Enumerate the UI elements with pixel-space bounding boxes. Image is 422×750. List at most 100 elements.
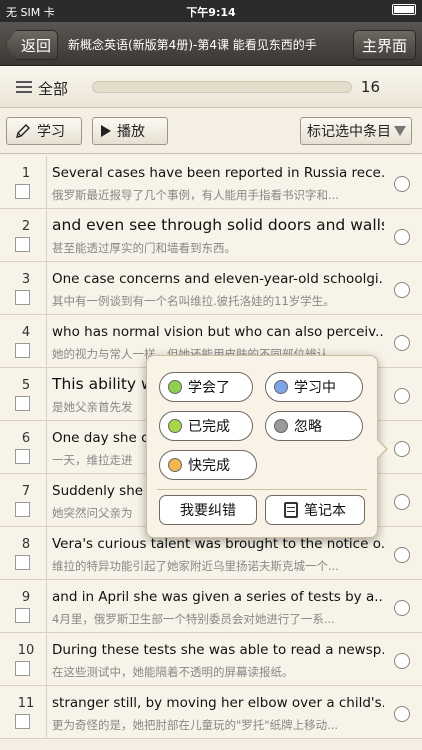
english-sentence: During these tests she was able to read … [52,642,384,658]
table-row[interactable]: 11 stranger still, by moving her elbow o… [0,686,422,739]
row-number: 1 [21,166,31,181]
row-number: 10 [17,643,35,658]
table-row[interactable]: 9 and in April she was given a series of… [0,580,422,633]
row-radio[interactable] [394,229,410,245]
almost-done-button[interactable]: 快完成 [159,450,257,480]
row-checkbox[interactable] [15,661,30,676]
row-radio[interactable] [394,335,410,351]
toolbar: 学习 播放 标记选中条目 [0,108,422,154]
main-screen-button[interactable]: 主界面 [352,30,416,60]
row-radio[interactable] [394,282,410,298]
english-sentence: who has normal vision but who can also p… [52,324,384,340]
completed-button[interactable]: 已完成 [159,411,253,441]
blue-dot-icon [274,380,288,394]
learning-label: 学习中 [294,380,336,396]
status-bar: 无 SIM 卡 下午9:14 [0,0,422,22]
row-number: 9 [21,590,31,605]
completed-label: 已完成 [188,419,230,435]
row-number: 7 [21,484,31,499]
table-row[interactable]: 10 During these tests she was able to re… [0,633,422,686]
row-radio[interactable] [394,706,410,722]
divider [46,686,47,738]
mark-label: 标记选中条目 [307,124,391,140]
table-row[interactable]: 1 Several cases have been reported in Ru… [0,156,422,209]
row-checkbox[interactable] [15,184,30,199]
gray-dot-icon [274,419,288,433]
popup-pointer [376,438,388,460]
row-radio[interactable] [394,176,410,192]
mark-selected-dropdown[interactable]: 标记选中条目 [300,117,412,145]
clock: 下午9:14 [186,6,236,19]
row-radio[interactable] [394,388,410,404]
row-number: 11 [17,696,35,711]
row-number: 4 [21,325,31,340]
english-sentence: and in April she was given a series of t… [52,589,384,605]
row-checkbox[interactable] [15,290,30,305]
divider [46,368,47,420]
divider [46,315,47,367]
divider [46,474,47,526]
battery-icon [392,4,416,15]
english-sentence: Several cases have been reported in Russ… [52,165,384,181]
notebook-icon [284,502,298,518]
row-radio[interactable] [394,494,410,510]
divider [46,209,47,261]
orange-dot-icon [168,458,182,472]
learn-label: 学习 [37,124,65,140]
battery-indicator [392,4,416,15]
row-checkbox[interactable] [15,555,30,570]
row-radio[interactable] [394,441,410,457]
row-number: 2 [21,219,31,234]
play-icon [101,125,111,137]
learn-button[interactable]: 学习 [6,117,82,145]
row-radio[interactable] [394,600,410,616]
table-row[interactable]: 2 and even see through solid doors and w… [0,209,422,262]
row-number: 5 [21,378,31,393]
row-number: 6 [21,431,31,446]
row-checkbox[interactable] [15,608,30,623]
row-radio[interactable] [394,547,410,563]
english-sentence: and even see through solid doors and wal… [52,216,384,234]
learning-button[interactable]: 学习中 [265,372,363,402]
divider [46,262,47,314]
chinese-translation: 维拉的特异功能引起了她家附近乌里扬诺夫斯克城一个... [52,559,339,573]
green-dot-icon [168,380,182,394]
filter-all-label[interactable]: 全部 [38,78,68,99]
play-button[interactable]: 播放 [92,117,168,145]
divider [46,156,47,208]
row-number: 8 [21,537,31,552]
item-count: 16 [360,78,380,96]
row-checkbox[interactable] [15,237,30,252]
menu-icon[interactable] [16,81,32,93]
learned-button[interactable]: 学会了 [159,372,253,402]
divider [46,580,47,632]
row-checkbox[interactable] [15,714,30,729]
row-checkbox[interactable] [15,502,30,517]
row-number: 3 [21,272,31,287]
progress-bar [92,81,352,93]
back-button[interactable]: 返回 [6,30,58,60]
divider [46,527,47,579]
row-checkbox[interactable] [15,396,30,411]
chinese-translation: 更为奇怪的是，她把肘部在儿童玩的"罗托"纸牌上移动... [52,718,339,732]
divider [46,421,47,473]
chinese-translation: 其中有一例谈到有一个名叫维拉.彼托洛娃的11岁学生。 [52,294,335,308]
navigation-bar: 返回 新概念英语(新版第4册)-第4课 能看见东西的手 主界面 [0,22,422,66]
row-checkbox[interactable] [15,449,30,464]
row-checkbox[interactable] [15,343,30,358]
ignore-button[interactable]: 忽略 [265,411,363,441]
notebook-label: 笔记本 [304,503,346,519]
popup-divider [157,489,367,490]
row-radio[interactable] [394,653,410,669]
table-row[interactable]: 3 One case concerns and eleven-year-old … [0,262,422,315]
play-label: 播放 [117,124,145,140]
notebook-button[interactable]: 笔记本 [265,495,365,525]
filter-bar: 全部 16 [0,66,422,108]
english-sentence: stranger still, by moving her elbow over… [52,695,384,711]
report-error-button[interactable]: 我要纠错 [159,495,257,525]
status-popup: 学会了 学习中 已完成 忽略 快完成 我要纠错 笔记本 [146,355,388,538]
english-sentence: Vera's curious talent was brought to the… [52,536,384,552]
learned-label: 学会了 [188,380,230,396]
chinese-translation: 4月里，俄罗斯卫生部一个特别委员会对她进行了一系... [52,612,335,626]
lime-dot-icon [168,419,182,433]
